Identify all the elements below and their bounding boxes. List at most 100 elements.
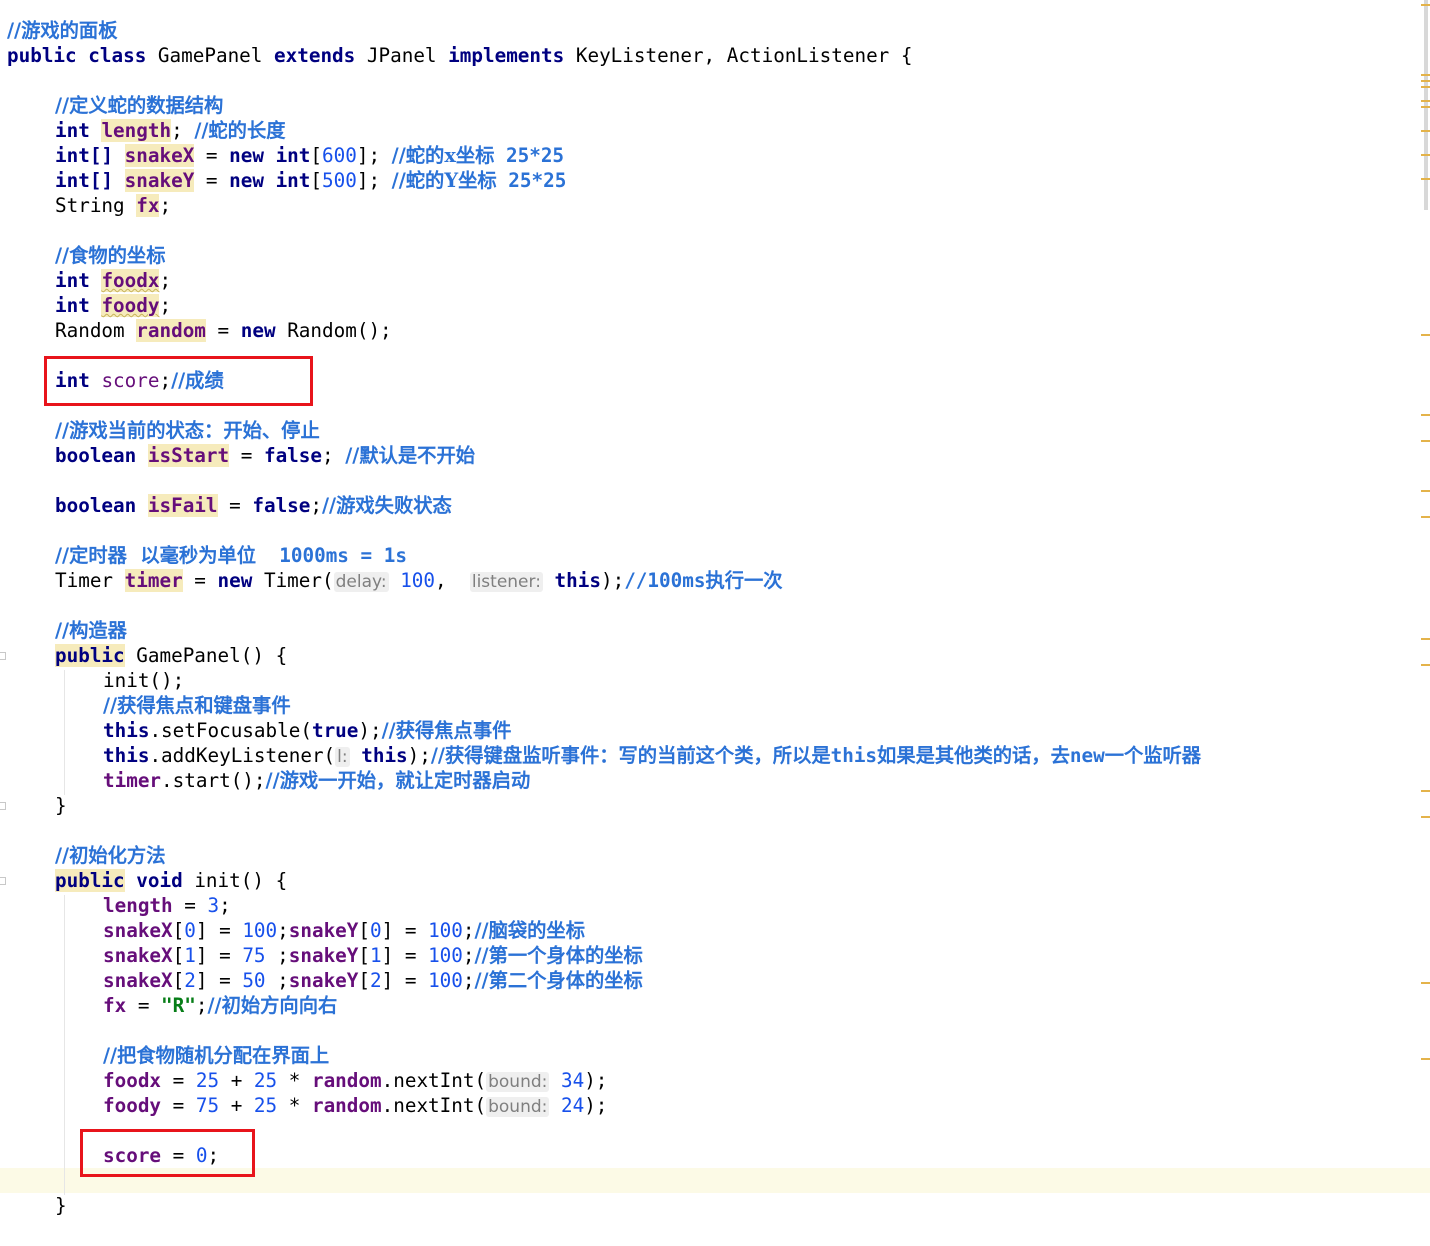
code-text: init();: [103, 669, 185, 692]
field-snakeY: snakeY: [124, 169, 195, 192]
keyword: this: [103, 744, 150, 767]
warning-mark[interactable]: [1421, 100, 1430, 102]
code-line: }: [55, 1193, 67, 1218]
code-line: //游戏当前的状态：开始、停止: [55, 418, 320, 443]
keyword: public: [55, 869, 125, 892]
code-line: //定时器 以毫秒为单位 1000ms = 1s: [55, 543, 407, 568]
keyword: boolean: [55, 444, 137, 467]
number: 2: [184, 969, 196, 992]
code-line: boolean isStart = false; //默认是不开始: [55, 444, 476, 467]
keyword: new: [217, 569, 253, 592]
warning-mark[interactable]: [1421, 816, 1430, 818]
number: 25: [253, 1069, 278, 1092]
code-line: foodx = 25 + 25 * random.nextInt(bound: …: [103, 1069, 608, 1092]
code-text: .addKeyListener(: [149, 744, 336, 767]
type-name: Timer: [55, 569, 114, 592]
class-name: JPanel: [366, 44, 437, 67]
number: 50: [242, 969, 266, 992]
keyword: class: [88, 44, 147, 67]
fold-icon[interactable]: [0, 877, 6, 885]
number: 25: [253, 1094, 278, 1117]
field-timer: timer: [124, 569, 183, 592]
code-text: Timer(: [263, 569, 334, 592]
parameter-hint: listener:: [469, 572, 543, 592]
warning-mark[interactable]: [1421, 982, 1430, 984]
score-field-highlight-box: [44, 356, 313, 406]
warning-mark[interactable]: [1421, 516, 1430, 518]
number: 100: [242, 919, 278, 942]
warning-mark[interactable]: [1421, 440, 1430, 442]
comment: //游戏当前的状态：开始、停止: [55, 419, 320, 442]
number: 100: [428, 919, 463, 942]
number: 1: [184, 944, 196, 967]
warning-mark[interactable]: [1421, 1058, 1430, 1060]
code-text: .start();: [161, 769, 266, 792]
comment: 执行一次: [705, 569, 783, 592]
comment: this: [830, 744, 878, 767]
comment: 25*25: [506, 144, 565, 167]
fold-icon[interactable]: [0, 802, 6, 810]
parameter-hint: delay:: [333, 572, 389, 592]
code-text: GamePanel() {: [136, 644, 288, 667]
comment: //游戏的面板: [7, 19, 118, 42]
number: 24: [560, 1094, 585, 1117]
code-line: public class GamePanel extends JPanel im…: [7, 43, 913, 68]
keyword: int[]: [55, 144, 114, 167]
comment: //食物的坐标: [55, 244, 166, 267]
comment: //蛇的Y坐标: [391, 169, 497, 192]
warning-mark[interactable]: [1421, 74, 1430, 76]
number: 3: [207, 894, 220, 917]
keyword: implements: [448, 44, 565, 67]
warning-mark[interactable]: [1421, 80, 1430, 82]
fold-icon[interactable]: [0, 652, 6, 660]
field-snakeY: snakeY: [288, 944, 359, 967]
keyword: int: [275, 169, 311, 192]
keyword: int: [55, 269, 90, 292]
code-line: }: [55, 793, 67, 818]
warning-mark[interactable]: [1421, 86, 1430, 88]
warning-mark[interactable]: [1421, 4, 1430, 6]
comment: 1000ms = 1s: [279, 544, 407, 567]
code-text: .setFocusable(: [149, 719, 312, 742]
code-editor[interactable]: //游戏的面板 public class GamePanel extends J…: [0, 0, 1430, 1246]
warning-mark[interactable]: [1421, 664, 1430, 666]
code-line: snakeX[1] = 75 ;snakeY[1] = 100;//第一个身体的…: [103, 944, 643, 967]
comment: //把食物随机分配在界面上: [103, 1044, 330, 1067]
warning-mark[interactable]: [1421, 790, 1430, 792]
code-line: //构造器: [55, 618, 127, 643]
warning-mark[interactable]: [1421, 178, 1430, 180]
warning-mark[interactable]: [1421, 154, 1430, 156]
warning-mark[interactable]: [1421, 130, 1430, 132]
number: 2: [370, 969, 382, 992]
comment: //第一个身体的坐标: [474, 944, 643, 967]
warning-mark[interactable]: [1421, 638, 1430, 640]
comment: //初始化方法: [55, 844, 166, 867]
keyword: void: [136, 869, 183, 892]
field-length: length: [103, 894, 173, 917]
error-stripe[interactable]: [1418, 0, 1430, 1246]
field-snakeX: snakeX: [103, 969, 173, 992]
code-line: //把食物随机分配在界面上: [103, 1043, 329, 1068]
code-line: Timer timer = new Timer(delay: 100, list…: [55, 569, 783, 592]
warning-mark[interactable]: [1421, 490, 1430, 492]
keyword: int[]: [55, 169, 114, 192]
field-random: random: [311, 1094, 382, 1117]
field-snakeX: snakeX: [103, 944, 173, 967]
class-name: GamePanel: [157, 44, 263, 67]
keyword: false: [263, 444, 323, 467]
field-snakeX: snakeX: [124, 144, 195, 167]
code-line: timer.start();//游戏一开始，就让定时器启动: [103, 768, 530, 793]
number: 100: [400, 569, 436, 592]
comment: //蛇的长度: [194, 119, 286, 142]
field-random: random: [136, 319, 206, 342]
code-line: //定义蛇的数据结构: [55, 93, 223, 118]
code-line: int foodx;: [55, 269, 172, 292]
keyword: false: [252, 494, 311, 517]
code-text: }: [55, 794, 67, 817]
comment: //构造器: [55, 619, 127, 642]
warning-mark[interactable]: [1421, 334, 1430, 336]
warning-mark[interactable]: [1421, 106, 1430, 108]
warning-mark[interactable]: [1421, 414, 1430, 416]
comment: 如果是其他类的话，去: [877, 744, 1070, 767]
code-line: //获得焦点和键盘事件: [103, 693, 291, 718]
